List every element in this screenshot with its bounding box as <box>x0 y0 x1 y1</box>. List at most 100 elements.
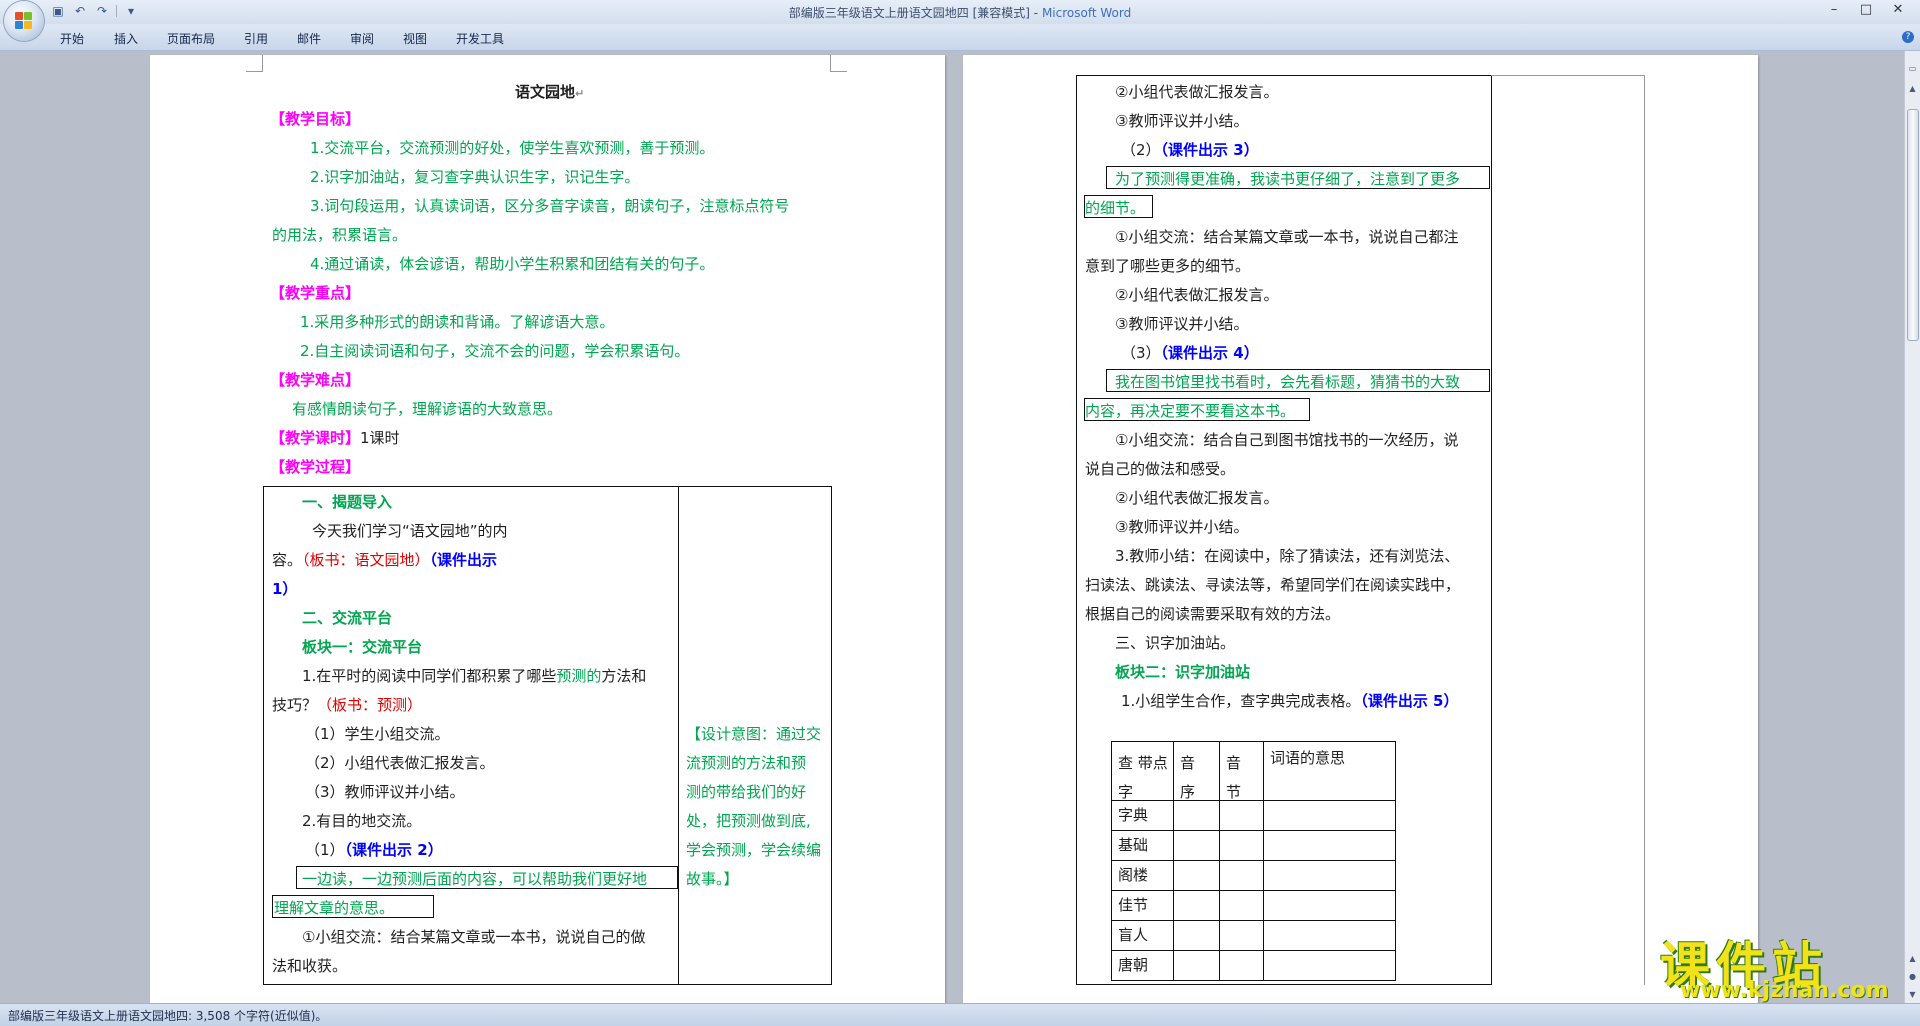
line-3-cont: 意到了哪些更多的细节。 <box>1085 257 1251 275</box>
line-3: ①小组交流：结合某篇文章或一本书，说说自己都注 <box>1115 228 1459 246</box>
design-note-5: 学会预测，学会续编 <box>686 841 822 859</box>
heading-goal: 【教学目标】 <box>270 110 361 128</box>
sub-2: （2）（课件出示 3） <box>1121 141 1259 159</box>
table-line <box>1111 980 1395 981</box>
quote-3-cont: 内容，再决定要不要看这本书。 <box>1085 402 1296 420</box>
title-bar: ▣ ↶ ↷ ▾ 部编版三年级语文上册语文园地四 [兼容模式] - Microso… <box>0 0 1920 41</box>
tab-home[interactable]: 开始 <box>60 30 84 47</box>
goal-4: 4.通过诵读，体会谚语，帮助小学生积累和团结有关的句子。 <box>310 255 715 273</box>
ruler-toggle-icon[interactable]: ▭ <box>1905 61 1920 76</box>
task-1: 1.小组学生合作，查字典完成表格。（课件出示 5） <box>1121 692 1459 710</box>
key-2: 2.自主阅读词语和句子，交流不会的问题，学会积累语句。 <box>300 342 690 360</box>
page-1[interactable]: 语文园地↵ 【教学目标】 1.交流平台，交流预测的好处，使学生喜欢预测，善于预测… <box>150 55 945 1003</box>
app-name: Microsoft Word <box>1041 6 1132 20</box>
table-line <box>1395 741 1396 981</box>
step-2: （2）小组代表做汇报发言。 <box>305 754 495 772</box>
table-divider <box>678 486 679 985</box>
next-page-icon[interactable]: ▼ <box>1905 987 1920 1002</box>
step-1: （1）学生小组交流。 <box>305 725 450 743</box>
table-row: 阁楼 <box>1118 866 1149 884</box>
intro-line-1: 今天我们学习“语文园地”的内 <box>312 522 508 540</box>
summary-2: 扫读法、跳读法、寻读法等，希望同学们在阅读实践中， <box>1085 576 1461 594</box>
step-3: （3）教师评议并小结。 <box>305 783 465 801</box>
design-note-4: 处，把预测做到底, <box>686 812 811 830</box>
window-title: 部编版三年级语文上册语文园地四 [兼容模式] - Microsoft Word <box>0 4 1920 21</box>
table-line <box>1111 860 1395 861</box>
quote-2: 为了预测得更准确，我读书更仔细了，注意到了更多 <box>1115 170 1461 188</box>
tab-view[interactable]: 视图 <box>403 30 427 47</box>
table-line <box>1111 890 1395 891</box>
line-2: ③教师评议并小结。 <box>1115 112 1249 130</box>
goal-3: 3.词句段运用，认真读词语，区分多音字读音，朗读句子，注意标点符号 <box>310 197 790 215</box>
table-line <box>1111 830 1395 831</box>
intro-line-2: 容。（板书：语文园地）（课件出示 <box>272 551 498 569</box>
line-7: ②小组代表做汇报发言。 <box>1115 489 1279 507</box>
title-separator: - <box>1033 6 1042 20</box>
window-controls: – □ ✕ <box>1818 0 1914 20</box>
sub-1: （1）（课件出示 2） <box>305 841 443 859</box>
design-note-3: 测的带给我们的好 <box>686 783 807 801</box>
ribbon-tabs: 开始 插入 页面布局 引用 邮件 审阅 视图 开发工具 ? <box>0 24 1920 51</box>
table-border <box>1644 75 1645 985</box>
help-icon[interactable]: ? <box>1902 31 1914 43</box>
status-bar: 部编版三年级语文上册语文园地四: 3,508 个字符(近似值)。 <box>0 1003 1920 1026</box>
word-count[interactable]: 部编版三年级语文上册语文园地四: 3,508 个字符(近似值)。 <box>8 1007 327 1024</box>
intro-line-3: 1） <box>272 580 298 598</box>
table-border <box>1491 75 1645 76</box>
tab-insert[interactable]: 插入 <box>114 30 138 47</box>
watermark-logo: 课件站 www.kjzhan.com <box>1660 926 1902 1004</box>
table-border <box>1076 75 1492 76</box>
document-title: 部编版三年级语文上册语文园地四 [兼容模式] <box>788 6 1030 20</box>
tab-developer[interactable]: 开发工具 <box>456 30 504 47</box>
table-line <box>1111 741 1395 742</box>
table-border <box>1076 984 1492 985</box>
summary-3: 根据自己的阅读需要采取有效的方法。 <box>1085 605 1341 623</box>
tab-references[interactable]: 引用 <box>244 30 268 47</box>
table-row: 唐朝 <box>1118 956 1149 974</box>
page-gap <box>955 51 961 1003</box>
doc-title: 语文园地↵ <box>515 83 585 101</box>
table-border <box>263 984 831 985</box>
goal-2: 2.识字加油站，复习查字典认识生字，识记生字。 <box>310 168 640 186</box>
question-2: 2.有目的地交流。 <box>302 812 422 830</box>
heading-process: 【教学过程】 <box>270 458 361 476</box>
block-2: 板块二：识字加油站 <box>1115 663 1251 681</box>
question-1-cont: 技巧？（板书：预测） <box>272 696 423 714</box>
tab-page-layout[interactable]: 页面布局 <box>167 30 215 47</box>
table-header-order: 音序 <box>1180 754 1196 801</box>
goal-3-cont: 的用法，积累语言。 <box>272 226 408 244</box>
table-row: 字典 <box>1118 806 1149 824</box>
watermark-url: www.kjzhan.com <box>1680 978 1889 1003</box>
line-5: ③教师评议并小结。 <box>1115 315 1249 333</box>
summary-1: 3.教师小结：在阅读中，除了猜读法，还有浏览法、 <box>1115 547 1460 565</box>
hours-line: 【教学课时】1课时 <box>270 429 400 447</box>
quote-1-cont: 理解文章的意思。 <box>274 899 395 917</box>
crop-mark <box>246 55 263 72</box>
table-row: 基础 <box>1118 836 1149 854</box>
tab-review[interactable]: 审阅 <box>350 30 374 47</box>
line-4: ②小组代表做汇报发言。 <box>1115 286 1279 304</box>
close-button[interactable]: ✕ <box>1882 0 1914 20</box>
table-header-syllable: 音节 <box>1226 754 1242 801</box>
scroll-up-icon[interactable]: ▲ <box>1905 81 1920 96</box>
scroll-thumb[interactable] <box>1907 109 1919 341</box>
document-area: 语文园地↵ 【教学目标】 1.交流平台，交流预测的好处，使学生喜欢预测，善于预测… <box>0 51 1905 1003</box>
section-1: 一、揭题导入 <box>302 493 393 511</box>
prev-page-icon[interactable]: ▲ <box>1905 951 1920 966</box>
line-6-cont: 说自己的做法和感受。 <box>1085 460 1236 478</box>
table-border <box>1076 75 1077 985</box>
goal-1: 1.交流平台，交流预测的好处，使学生喜欢预测，善于预测。 <box>310 139 715 157</box>
quote-1: 一边读，一边预测后面的内容，可以帮助我们更好地 <box>302 870 648 888</box>
office-button[interactable] <box>4 1 44 41</box>
tab-mailings[interactable]: 邮件 <box>297 30 321 47</box>
select-browse-icon[interactable]: ● <box>1905 969 1920 984</box>
design-note-6: 故事。】 <box>686 870 739 888</box>
page-2[interactable]: ②小组代表做汇报发言。 ③教师评议并小结。 （2）（课件出示 3） 为了预测得更… <box>963 55 1758 1003</box>
minimize-button[interactable]: – <box>1818 0 1850 20</box>
line-8: ③教师评议并小结。 <box>1115 518 1249 536</box>
vertical-scrollbar[interactable]: ▭ ▲ ▲ ● ▼ <box>1904 51 1920 1003</box>
table-border <box>831 486 832 985</box>
maximize-button[interactable]: □ <box>1850 0 1882 20</box>
table-border <box>263 486 831 487</box>
key-1: 1.采用多种形式的朗读和背诵。了解谚语大意。 <box>300 313 615 331</box>
